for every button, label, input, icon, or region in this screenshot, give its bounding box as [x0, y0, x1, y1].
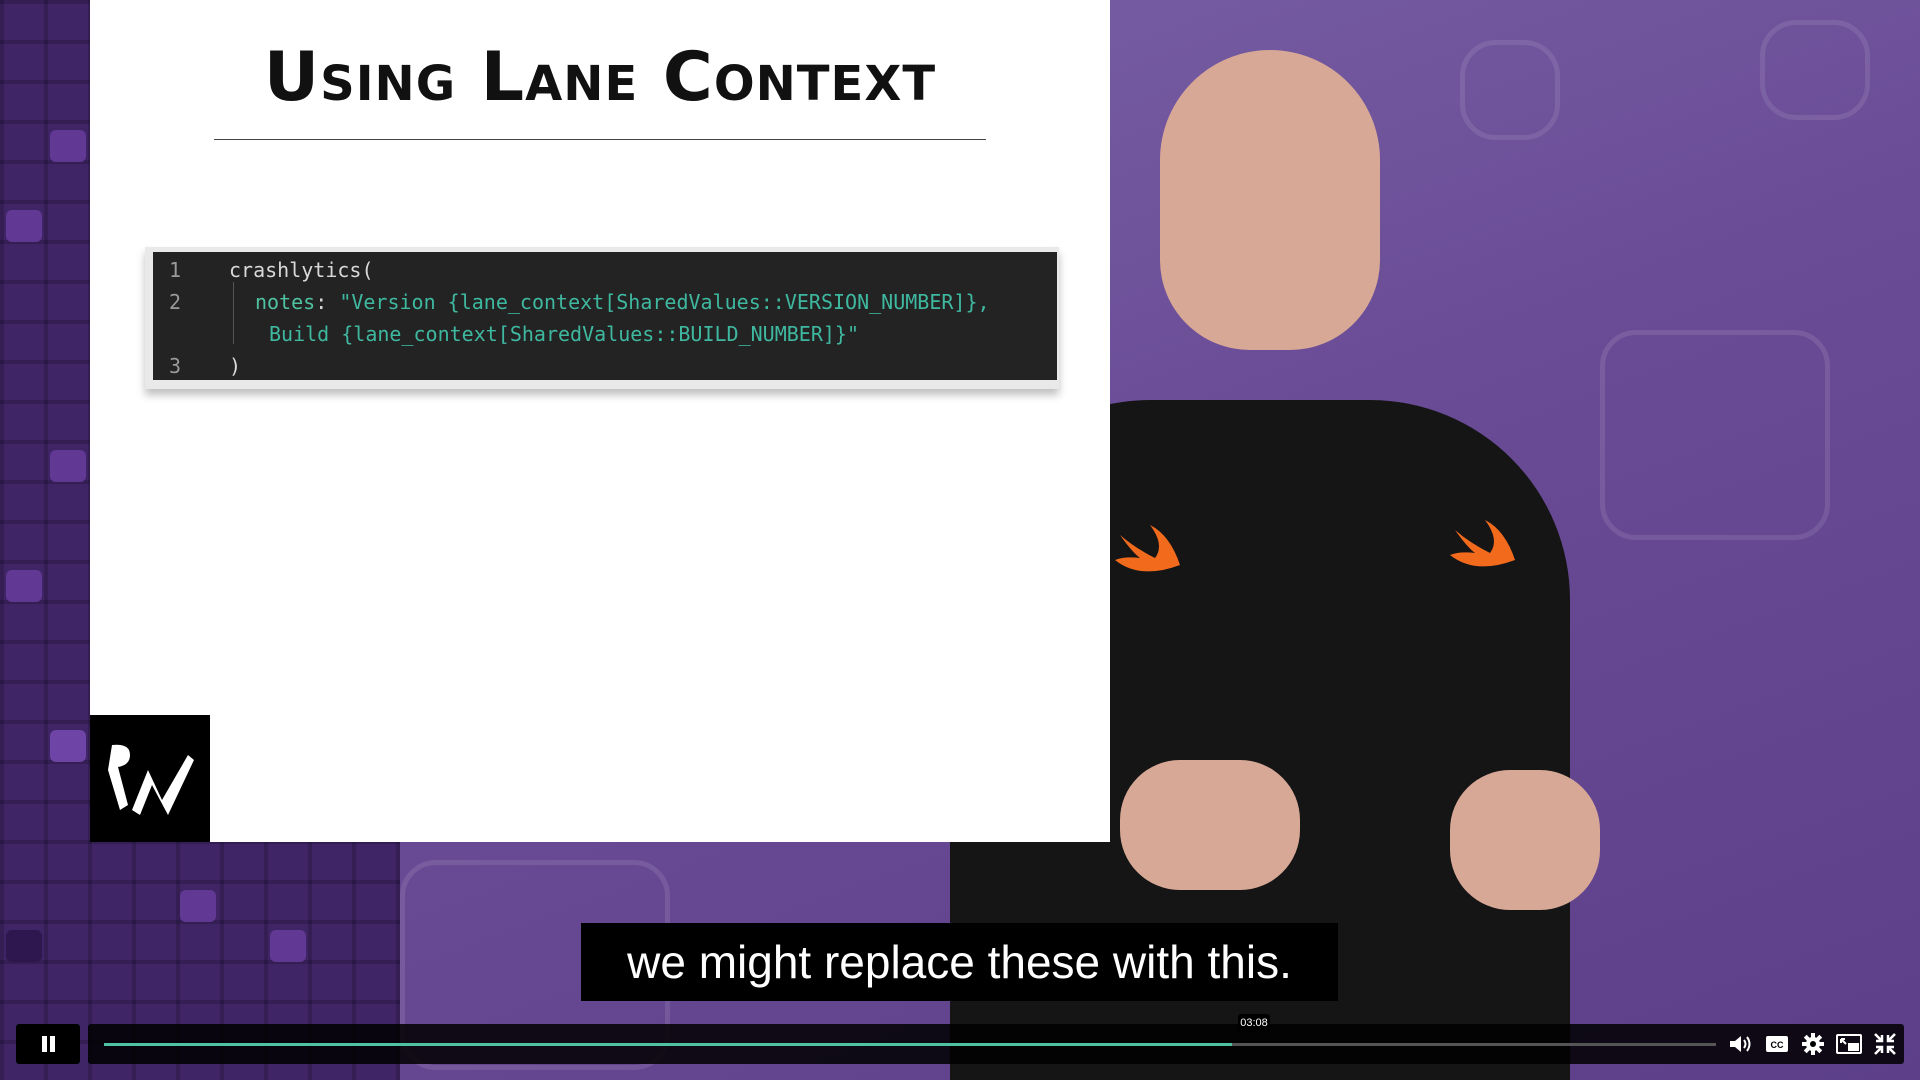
settings-button[interactable]	[1798, 1024, 1828, 1064]
swift-logo-right-icon	[1450, 520, 1515, 567]
exit-fullscreen-icon	[1874, 1033, 1896, 1055]
pause-icon	[42, 1036, 47, 1052]
volume-button[interactable]	[1726, 1024, 1756, 1064]
progress-played	[104, 1043, 1233, 1046]
subtitle-caption: we might replace these with this.	[581, 923, 1338, 1001]
presenter-hand-right	[1450, 770, 1600, 910]
svg-text:CC: CC	[1771, 1040, 1784, 1050]
code-line: crashlytics(	[229, 258, 374, 282]
slide-title: Using Lane Context	[263, 38, 937, 117]
exit-fullscreen-button[interactable]	[1870, 1024, 1900, 1064]
presenter-hand-left	[1120, 760, 1300, 890]
pause-button[interactable]	[16, 1024, 80, 1064]
code-line: notes: "Version {lane_context[SharedValu…	[255, 290, 990, 314]
swift-logo-left-icon	[1115, 525, 1180, 572]
settings-gear-icon	[1802, 1033, 1824, 1055]
code-line: Build {lane_context[SharedValues::BUILD_…	[269, 322, 860, 346]
line-number: 1	[169, 258, 182, 282]
code-block: 1 crashlytics( 2 notes: "Version {lane_c…	[145, 247, 1059, 389]
progress-track[interactable]	[104, 1043, 1716, 1046]
title-divider	[214, 139, 986, 140]
line-number: 3	[169, 354, 182, 378]
picture-in-picture-button[interactable]	[1834, 1024, 1864, 1064]
closed-captions-button[interactable]: CC	[1762, 1024, 1792, 1064]
line-number: 2	[169, 290, 182, 314]
picture-in-picture-icon	[1836, 1034, 1862, 1054]
timestamp-tooltip: 03:08	[1238, 1014, 1270, 1032]
player-control-bar: 03:08 CC	[88, 1014, 1904, 1064]
presenter-head	[1160, 50, 1380, 350]
closed-captions-icon: CC	[1766, 1036, 1788, 1052]
presentation-slide: Using Lane Context 1 crashlytics( 2 note…	[90, 0, 1110, 842]
raywenderlich-logo-icon	[90, 715, 210, 842]
code-line: )	[229, 354, 242, 378]
volume-icon	[1730, 1036, 1751, 1052]
